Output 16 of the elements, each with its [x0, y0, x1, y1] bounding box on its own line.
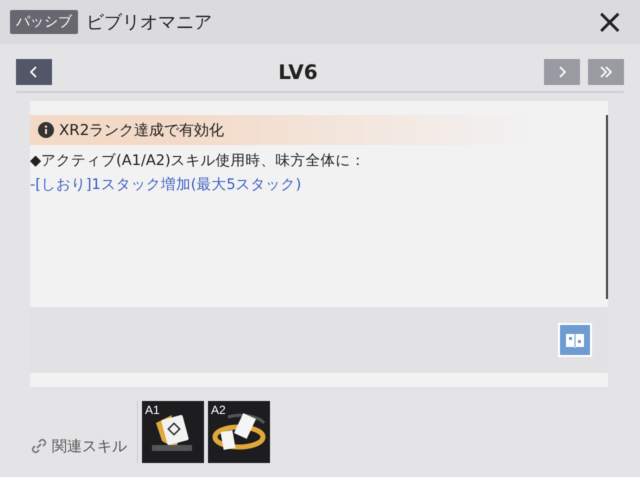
link-icon: [30, 437, 48, 455]
level-label: LV6: [277, 60, 319, 84]
previous-button[interactable]: [16, 59, 52, 85]
description-line: -[しおり]1スタック増加(最大5スタック): [30, 177, 302, 193]
close-button[interactable]: ×: [590, 5, 630, 39]
description-line: ◆アクティブ(A1/A2)スキル使用時、味方全体に：: [30, 153, 367, 169]
related-skills-label: 関連スキル: [52, 436, 127, 456]
info-icon: [38, 122, 54, 138]
passive-tag: パッシブ: [10, 10, 78, 34]
skill-cards-button[interactable]: A2: [208, 401, 270, 463]
skill-book-button[interactable]: A1: [142, 401, 204, 463]
double-chevron-icon: [599, 65, 613, 79]
skill-title: ビブリオマニア: [86, 11, 213, 34]
book-button[interactable]: [558, 323, 592, 357]
book-icon: [565, 331, 585, 349]
notice-text: XR2ランク達成で有効化: [59, 120, 224, 140]
